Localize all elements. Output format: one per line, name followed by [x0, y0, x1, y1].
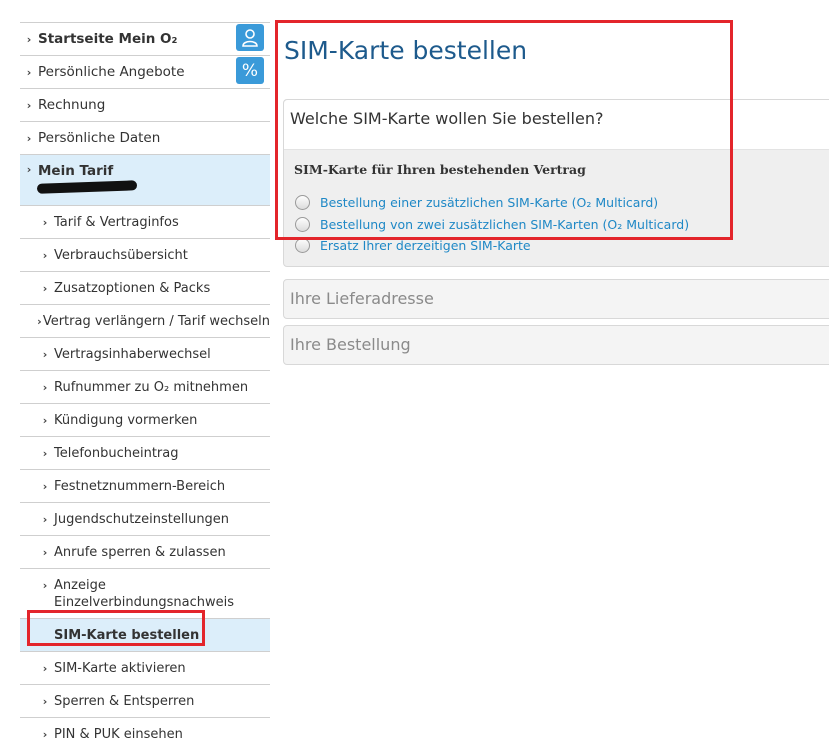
sidebar-item-label: Kündigung vormerken: [54, 412, 198, 428]
sidebar-item-vertrag-verlaengern[interactable]: › Vertrag verlängern / Tarif wechseln: [20, 305, 270, 338]
sidebar-section-mein-tarif[interactable]: › Mein Tarif: [20, 155, 270, 206]
chevron-right-icon: ›: [42, 215, 48, 229]
percent-icon[interactable]: %: [236, 57, 264, 84]
chevron-down-icon: ›: [26, 163, 32, 176]
chevron-right-icon: ›: [42, 413, 48, 427]
sidebar-item-sperren-entsperren[interactable]: › Sperren & Entsperren: [20, 685, 270, 718]
sidebar-item-inhaberwechsel[interactable]: › Vertragsinhaberwechsel: [20, 338, 270, 371]
chevron-right-icon: ›: [42, 661, 48, 675]
section-label: Ihre Lieferadresse: [290, 289, 434, 308]
option-label[interactable]: Ersatz Ihrer derzeitigen SIM-Karte: [320, 238, 531, 253]
highlight-main-box: [275, 20, 733, 240]
sidebar-item-tarif-vertraginfos[interactable]: › Tarif & Vertraginfos: [20, 206, 270, 239]
sidebar-item-sim-aktivieren[interactable]: › SIM-Karte aktivieren: [20, 652, 270, 685]
sidebar-item-kuendigung[interactable]: › Kündigung vormerken: [20, 404, 270, 437]
sidebar-item-label: Persönliche Angebote: [38, 64, 185, 80]
sidebar-item-label: Tarif & Vertraginfos: [54, 214, 179, 230]
sidebar-item-startseite[interactable]: › Startseite Mein O₂: [20, 23, 270, 56]
sidebar-item-label: Sperren & Entsperren: [54, 693, 195, 709]
sidebar-item-label: Anzeige Einzelverbindungsnachweis: [54, 578, 235, 610]
chevron-right-icon: ›: [42, 380, 48, 394]
option-replacement[interactable]: Ersatz Ihrer derzeitigen SIM-Karte: [295, 238, 531, 253]
sidebar-item-zusatzoptionen[interactable]: › Zusatzoptionen & Packs: [20, 272, 270, 305]
chevron-right-icon: ›: [42, 446, 48, 460]
sidebar-item-jugendschutz[interactable]: › Jugendschutzeinstellungen: [20, 503, 270, 536]
sidebar-item-label: Startseite Mein O₂: [38, 31, 178, 47]
sidebar-item-label: Rechnung: [38, 97, 106, 113]
redacted-contract-number: [36, 180, 138, 194]
sidebar-item-angebote[interactable]: › Persönliche Angebote: [20, 56, 270, 89]
chevron-right-icon: ›: [26, 32, 32, 46]
section-label: Ihre Bestellung: [290, 335, 411, 354]
sidebar-item-pin-puk[interactable]: › PIN & PUK einsehen: [20, 718, 270, 746]
chevron-right-icon: ›: [26, 131, 32, 145]
sidebar-item-label: Verbrauchsübersicht: [54, 247, 188, 263]
sidebar-section-label: Mein Tarif: [38, 163, 114, 179]
sidebar-item-rechnung[interactable]: › Rechnung: [20, 89, 270, 122]
sidebar-item-label: PIN & PUK einsehen: [54, 726, 183, 742]
sidebar-item-label: Rufnummer zu O₂ mitnehmen: [54, 379, 249, 395]
chevron-right-icon: ›: [42, 347, 48, 361]
sidebar-item-label: Anrufe sperren & zulassen: [54, 544, 226, 560]
section-bestellung[interactable]: Ihre Bestellung: [283, 325, 829, 365]
person-icon-graphic: [242, 28, 258, 47]
person-icon[interactable]: [236, 24, 264, 51]
sidebar-item-label: Telefonbucheintrag: [54, 445, 179, 461]
sidebar-item-anrufe-sperren[interactable]: › Anrufe sperren & zulassen: [20, 536, 270, 569]
sidebar-item-verbrauch[interactable]: › Verbrauchsübersicht: [20, 239, 270, 272]
chevron-right-icon: ›: [42, 512, 48, 526]
sidebar-item-label: Festnetznummern-Bereich: [54, 478, 226, 494]
sidebar-item-label: Zusatzoptionen & Packs: [54, 280, 211, 296]
chevron-right-icon: ›: [26, 65, 32, 79]
chevron-right-icon: ›: [42, 727, 48, 741]
section-lieferadresse[interactable]: Ihre Lieferadresse: [283, 279, 829, 319]
chevron-right-icon: ›: [42, 281, 48, 295]
chevron-right-icon: ›: [42, 479, 48, 493]
sidebar-item-label: SIM-Karte aktivieren: [54, 660, 186, 676]
chevron-right-icon: ›: [42, 248, 48, 262]
sidebar-item-label: Persönliche Daten: [38, 130, 161, 146]
highlight-sidebar-box: [27, 610, 205, 646]
chevron-right-icon: ›: [37, 314, 42, 328]
sidebar-item-label: Vertrag verlängern / Tarif wechseln: [42, 313, 270, 329]
sidebar-item-persoenliche-daten[interactable]: › Persönliche Daten: [20, 122, 270, 155]
chevron-right-icon: ›: [42, 545, 48, 559]
radio-button[interactable]: [295, 238, 310, 253]
sidebar-item-label: Vertragsinhaberwechsel: [54, 346, 211, 362]
sidebar-item-telefonbuch[interactable]: › Telefonbucheintrag: [20, 437, 270, 470]
sidebar-item-label: Jugendschutzeinstellungen: [54, 511, 230, 527]
chevron-right-icon: ›: [42, 694, 48, 708]
sidebar-item-festnetz[interactable]: › Festnetznummern-Bereich: [20, 470, 270, 503]
chevron-right-icon: ›: [42, 579, 48, 592]
sidebar-item-rufnummer-mitnehmen[interactable]: › Rufnummer zu O₂ mitnehmen: [20, 371, 270, 404]
chevron-right-icon: ›: [26, 98, 32, 112]
